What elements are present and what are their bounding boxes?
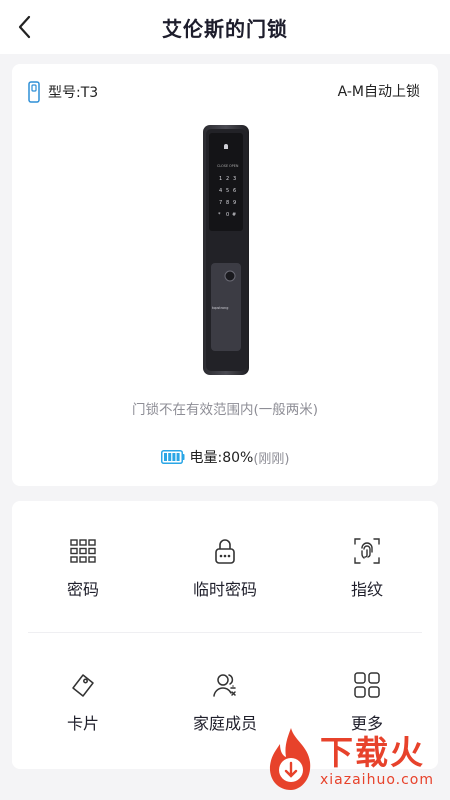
model-row: 型号:T3 (28, 81, 98, 103)
menu-item-label: 家庭成员 (192, 714, 257, 733)
svg-text:8: 8 (226, 200, 229, 206)
page-title: 艾伦斯的门锁 (162, 17, 288, 41)
svg-text:7: 7 (219, 200, 222, 206)
lock-brand-text: topstrong (212, 306, 228, 310)
watermark-url: xiazaihuo.com (320, 772, 434, 788)
range-status-text: 门锁不在有效范围内(一般两米) (131, 402, 319, 418)
menu-item-label: 指纹 (350, 580, 383, 599)
card-icon (72, 674, 94, 697)
menu-item-label: 密码 (66, 580, 99, 599)
keypad-icon (70, 539, 96, 563)
svg-text:CLOSE: CLOSE (217, 164, 228, 168)
watermark-text: 下载火 (320, 733, 425, 772)
lock-device-icon (28, 81, 40, 103)
svg-text:6: 6 (233, 188, 236, 194)
svg-text:9: 9 (233, 200, 236, 206)
svg-text:5: 5 (226, 188, 229, 194)
svg-text:4: 4 (219, 188, 222, 194)
header-bar: 艾伦斯的门锁 (0, 0, 450, 54)
svg-text:0: 0 (226, 212, 229, 218)
menu-item-label: 卡片 (66, 714, 99, 733)
model-label: 型号:T3 (48, 85, 99, 101)
svg-text:#: # (232, 212, 236, 218)
lock-status-card: 型号:T3 A-M自动上锁 CLOSE OPEN 123 456 789 * 0 #… (12, 64, 438, 486)
svg-text:2: 2 (226, 176, 229, 182)
fingerprint-icon (354, 538, 380, 564)
battery-label: 电量:80% (189, 450, 254, 466)
svg-text:3: 3 (233, 176, 236, 182)
auto-lock-setting[interactable]: A-M自动上锁 (338, 81, 420, 101)
watermark-logo: 下载火 xiazaihuo.com (262, 722, 450, 800)
battery-row: 电量:80% (刚刚) (12, 447, 438, 467)
battery-updated-time: (刚刚) (253, 451, 290, 467)
temp-lock-icon (215, 539, 235, 564)
more-grid-icon (354, 672, 380, 698)
svg-text:1: 1 (219, 176, 222, 182)
family-members-icon (213, 674, 236, 697)
menu-item-card[interactable]: 卡片 (12, 671, 154, 771)
menu-item-password[interactable]: 密码 (12, 537, 154, 637)
menu-item-temp-password[interactable]: 临时密码 (154, 537, 296, 637)
svg-text:OPEN: OPEN (229, 164, 239, 168)
battery-icon (160, 450, 184, 464)
smart-lock-image: CLOSE OPEN 123 456 789 * 0 # topstrong (203, 125, 249, 375)
menu-item-label: 临时密码 (192, 580, 257, 599)
menu-divider (28, 632, 422, 633)
menu-item-fingerprint[interactable]: 指纹 (296, 537, 438, 637)
fire-logo-icon (269, 728, 311, 790)
